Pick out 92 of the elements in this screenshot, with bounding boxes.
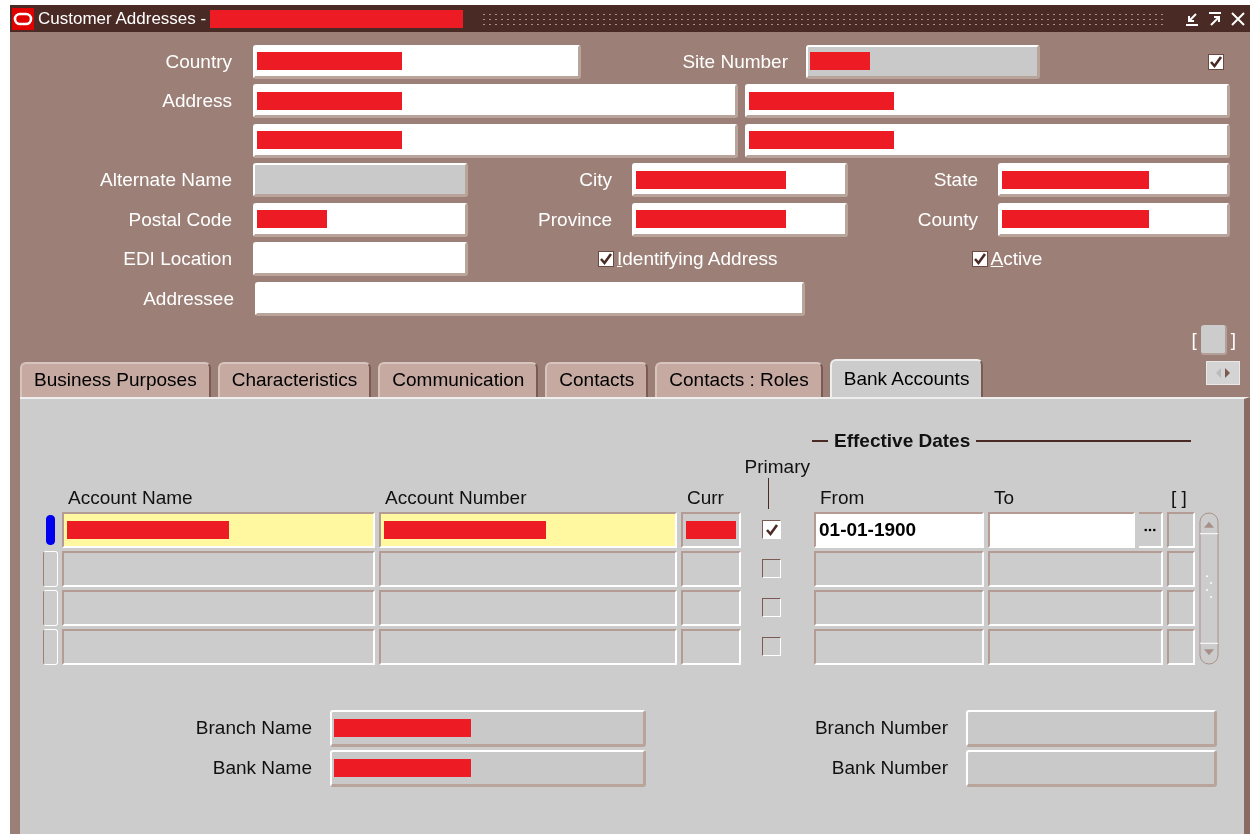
date-value: 01-01-1900 xyxy=(819,518,917,541)
column-header: Curr xyxy=(686,486,725,509)
from-date-field[interactable]: 01-01-1900 xyxy=(814,511,984,548)
tab[interactable]: Business Purposes xyxy=(20,361,211,397)
account-name-field[interactable] xyxy=(62,511,375,548)
account-name-field[interactable] xyxy=(62,550,375,587)
column-header: Account Number xyxy=(384,486,528,509)
bracket: [ xyxy=(1191,328,1197,351)
to-date-field[interactable] xyxy=(988,511,1135,548)
tab[interactable]: Characteristics xyxy=(217,361,372,397)
tab[interactable]: Contacts : Roles xyxy=(655,361,823,397)
field-label: Address xyxy=(161,90,232,113)
checkbox[interactable] xyxy=(762,520,781,539)
field-label: Site Number xyxy=(681,50,788,73)
more-button[interactable] xyxy=(1139,511,1163,548)
maximize-icon[interactable] xyxy=(1207,10,1223,27)
field-label: City xyxy=(578,169,612,192)
province-field[interactable] xyxy=(632,202,848,237)
checkbox[interactable] xyxy=(762,637,781,656)
field-label: EDI Location xyxy=(122,248,232,271)
ellipsis-icon xyxy=(1144,527,1156,532)
extra-field[interactable] xyxy=(1167,511,1195,548)
app-logo-icon xyxy=(12,7,34,30)
checkbox[interactable] xyxy=(762,559,781,578)
currency-field[interactable] xyxy=(681,550,741,587)
address-field[interactable] xyxy=(745,123,1230,158)
group-title: Effective Dates xyxy=(834,429,971,452)
field-label: Branch Name xyxy=(194,717,312,739)
account-number-field[interactable] xyxy=(379,589,677,626)
checkbox[interactable] xyxy=(598,251,614,268)
extra-field[interactable] xyxy=(1167,589,1195,626)
state-field[interactable] xyxy=(998,163,1230,198)
city-field[interactable] xyxy=(632,163,848,198)
address-field[interactable] xyxy=(253,84,738,119)
bank-name-field[interactable] xyxy=(330,749,646,787)
scrollbar[interactable] xyxy=(1199,511,1219,665)
column-header: Primary xyxy=(743,455,810,478)
country-field[interactable] xyxy=(253,44,581,79)
field-label: Province xyxy=(537,208,612,231)
field-label: Bank Number xyxy=(830,757,948,779)
field-label: Country xyxy=(164,50,232,73)
postal-code-field[interactable] xyxy=(253,202,468,237)
extra-field[interactable] xyxy=(1167,550,1195,587)
field-label: Branch Number xyxy=(813,717,948,739)
tab[interactable]: Bank Accounts xyxy=(829,358,984,397)
field-label: County xyxy=(916,208,978,231)
column-header: [ ] xyxy=(1170,486,1188,509)
currency-field[interactable] xyxy=(681,628,741,665)
checkbox[interactable] xyxy=(1208,53,1224,70)
tab[interactable]: Contacts xyxy=(545,361,649,397)
column-header: From xyxy=(819,486,866,509)
field-label: Addressee xyxy=(142,287,234,310)
currency-field[interactable] xyxy=(681,589,741,626)
edi-location-field[interactable] xyxy=(253,242,468,277)
column-header: Account Name xyxy=(67,486,194,509)
extra-field[interactable] xyxy=(1167,628,1195,665)
address-field[interactable] xyxy=(253,123,738,158)
address-field[interactable] xyxy=(745,84,1230,119)
account-number-field[interactable] xyxy=(379,511,677,548)
county-field[interactable] xyxy=(998,202,1230,237)
from-date-field[interactable] xyxy=(814,550,984,587)
checkbox-label[interactable]: Active xyxy=(990,248,1043,271)
account-name-field[interactable] xyxy=(62,589,375,626)
addressee-field[interactable] xyxy=(255,281,805,316)
tab[interactable]: Communication xyxy=(378,361,539,397)
currency-field[interactable] xyxy=(681,511,741,548)
branch-number-field[interactable] xyxy=(966,709,1217,747)
branch-name-field[interactable] xyxy=(330,709,646,747)
bank-number-field[interactable] xyxy=(966,749,1217,787)
bracket: ] xyxy=(1230,328,1236,351)
from-date-field[interactable] xyxy=(814,628,984,665)
window-title: Customer Addresses - xyxy=(38,8,207,29)
field-label: Alternate Name xyxy=(99,169,232,192)
from-date-field[interactable] xyxy=(814,589,984,626)
column-header: To xyxy=(993,486,1016,509)
to-date-field[interactable] xyxy=(988,550,1163,587)
account-name-field[interactable] xyxy=(62,628,375,665)
to-date-field[interactable] xyxy=(988,589,1163,626)
tab-scroll-icon[interactable] xyxy=(1206,360,1240,385)
checkbox[interactable] xyxy=(762,598,781,617)
checkbox-label[interactable]: Identifying Address xyxy=(617,248,778,271)
row-indicator[interactable] xyxy=(46,514,55,545)
account-number-field[interactable] xyxy=(379,628,677,665)
checkbox[interactable] xyxy=(971,251,988,268)
minimize-icon[interactable] xyxy=(1184,10,1200,27)
record-indicator xyxy=(1200,324,1227,355)
close-icon[interactable] xyxy=(1230,10,1246,27)
to-date-field[interactable] xyxy=(988,628,1163,665)
field-label: State xyxy=(932,169,978,192)
field-label: Postal Code xyxy=(127,208,232,231)
account-number-field[interactable] xyxy=(379,550,677,587)
field-label: Bank Name xyxy=(211,757,312,779)
